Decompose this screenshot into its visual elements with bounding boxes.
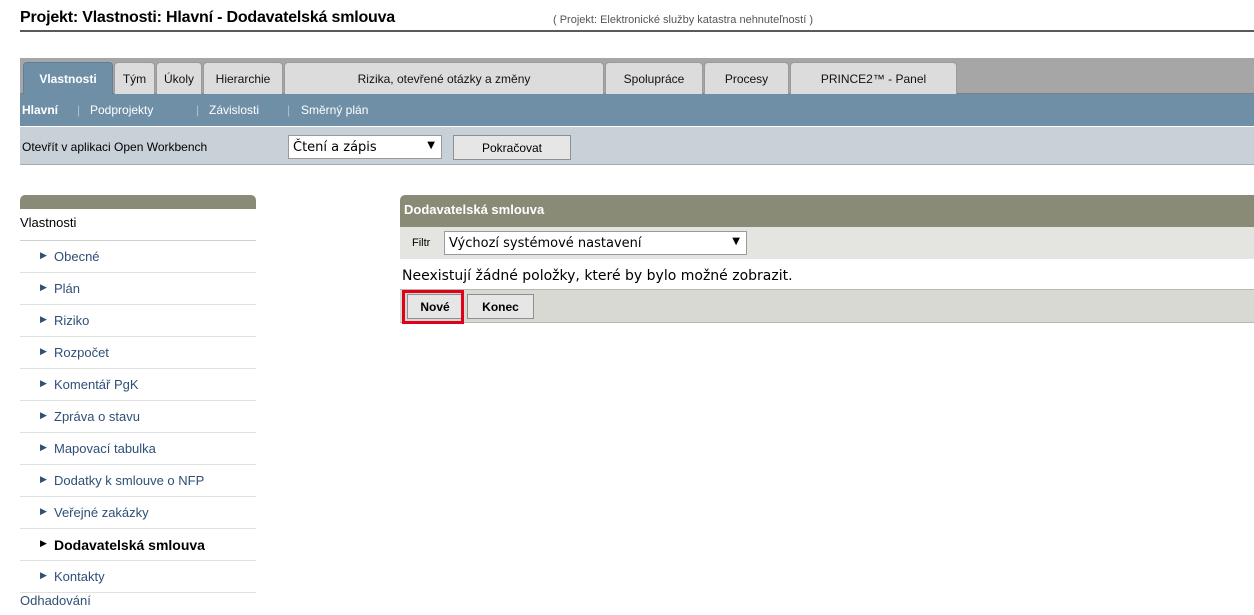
dropdown-arrow-icon: ▼ [427, 140, 435, 151]
sidebar-item-kontakty[interactable]: ▶ Kontakty [20, 561, 256, 593]
sidebar-item-label: Dodatky k smlouve o NFP [54, 473, 205, 488]
tab-prince2-panel[interactable]: PRINCE2™ - Panel [790, 62, 957, 94]
sidebar-item-dodavatelska-smlouva[interactable]: ▶ Dodavatelská smlouva [20, 529, 256, 561]
sidebar-item-plan[interactable]: ▶ Plán [20, 273, 256, 305]
sidebar-section-vlastnosti[interactable]: Vlastnosti [20, 209, 256, 241]
filter-value: Výchozí systémové nastavení [449, 235, 642, 251]
sidebar-item-label: Dodavatelská smlouva [54, 537, 205, 553]
sidebar-item-riziko[interactable]: ▶ Riziko [20, 305, 256, 337]
subnav-zavislosti[interactable]: Závislosti [209, 103, 259, 117]
subnav-separator: | [287, 103, 291, 117]
sidebar-item-label: Riziko [54, 313, 90, 328]
page-title-bar: Projekt: Vlastnosti: Hlavní - Dodavatels… [20, 0, 1254, 32]
filter-label: Filtr [412, 237, 431, 249]
sidebar-item-dodatky[interactable]: ▶ Dodatky k smlouve o NFP [20, 465, 256, 497]
expand-triangle-icon: ▶ [40, 346, 47, 356]
page-title: Projekt: Vlastnosti: Hlavní - Dodavatels… [20, 9, 396, 26]
sidebar-item-label: Mapovací tabulka [54, 441, 156, 456]
sidebar-item-label: Rozpočet [54, 345, 109, 360]
action-button-row: Nové Konec [400, 289, 1254, 323]
end-button[interactable]: Konec [467, 294, 534, 319]
expand-triangle-icon: ▶ [40, 314, 47, 324]
sidebar-item-obecne[interactable]: ▶ Obecné [20, 241, 256, 273]
panel-title: Dodavatelská smlouva [400, 195, 1254, 227]
page-subtitle: ( Projekt: Elektronické služby katastra … [553, 14, 813, 26]
sidebar-item-rozpocet[interactable]: ▶ Rozpočet [20, 337, 256, 369]
subnav-smerny-plan[interactable]: Směrný plán [301, 103, 368, 117]
filter-row: Filtr Výchozí systémové nastavení ▼ [400, 227, 1254, 259]
tab-spoluprace[interactable]: Spolupráce [605, 62, 703, 94]
dropdown-arrow-icon: ▼ [732, 236, 740, 247]
tab-rizika[interactable]: Rizika, otevřené otázky a změny [284, 62, 604, 94]
expand-triangle-icon: ▶ [40, 282, 47, 292]
tab-tym[interactable]: Tým [114, 62, 155, 94]
sidebar-section-odhadovani[interactable]: Odhadování [20, 593, 91, 608]
continue-button[interactable]: Pokračovat [453, 135, 571, 160]
sidebar-item-verejne-zakazky[interactable]: ▶ Veřejné zakázky [20, 497, 256, 529]
tab-hierarchie[interactable]: Hierarchie [203, 62, 283, 94]
expand-triangle-icon: ▶ [40, 378, 47, 388]
subnav-separator: | [77, 103, 81, 117]
highlight-box [402, 290, 464, 324]
sidebar-item-komentar-pgk[interactable]: ▶ Komentář PgK [20, 369, 256, 401]
empty-list-message: Neexistují žádné položky, které by bylo … [402, 268, 793, 284]
tab-bar: Vlastnosti Tým Úkoly Hierarchie Rizika, … [20, 58, 1254, 94]
expand-triangle-icon: ▶ [40, 538, 47, 548]
expand-triangle-icon: ▶ [40, 250, 47, 260]
sidebar-item-label: Kontakty [54, 569, 105, 584]
subnav-separator: | [196, 103, 200, 117]
access-mode-select[interactable]: Čtení a zápis ▼ [288, 135, 442, 159]
expand-triangle-icon: ▶ [40, 410, 47, 420]
sidebar-item-mapovaci-tabulka[interactable]: ▶ Mapovací tabulka [20, 433, 256, 465]
tab-vlastnosti[interactable]: Vlastnosti [23, 62, 113, 94]
sidebar-header-bar [20, 195, 256, 209]
open-workbench-label: Otevřít v aplikaci Open Workbench [22, 140, 208, 154]
sidebar-item-label: Obecné [54, 249, 100, 264]
expand-triangle-icon: ▶ [40, 570, 47, 580]
filter-select[interactable]: Výchozí systémové nastavení ▼ [444, 231, 747, 255]
open-workbench-bar: Otevřít v aplikaci Open Workbench Čtení … [20, 127, 1254, 165]
sidebar-item-label: Plán [54, 281, 81, 296]
subnav-podprojekty[interactable]: Podprojekty [90, 103, 153, 117]
expand-triangle-icon: ▶ [40, 506, 47, 516]
sidebar-item-zprava-o-stavu[interactable]: ▶ Zpráva o stavu [20, 401, 256, 433]
access-mode-value: Čtení a zápis [293, 139, 377, 155]
sidebar-item-label: Zpráva o stavu [54, 409, 140, 424]
sub-navigation: Hlavní | Podprojekty | Závislosti | Směr… [20, 94, 1254, 126]
sidebar-item-label: Veřejné zakázky [54, 505, 149, 520]
expand-triangle-icon: ▶ [40, 474, 47, 484]
tab-ukoly[interactable]: Úkoly [156, 62, 202, 94]
subnav-hlavni[interactable]: Hlavní [22, 103, 58, 117]
expand-triangle-icon: ▶ [40, 442, 47, 452]
tab-procesy[interactable]: Procesy [704, 62, 789, 94]
sidebar-item-label: Komentář PgK [54, 377, 139, 392]
sidebar: Vlastnosti ▶ Obecné ▶ Plán ▶ Riziko ▶ Ro… [20, 195, 256, 615]
